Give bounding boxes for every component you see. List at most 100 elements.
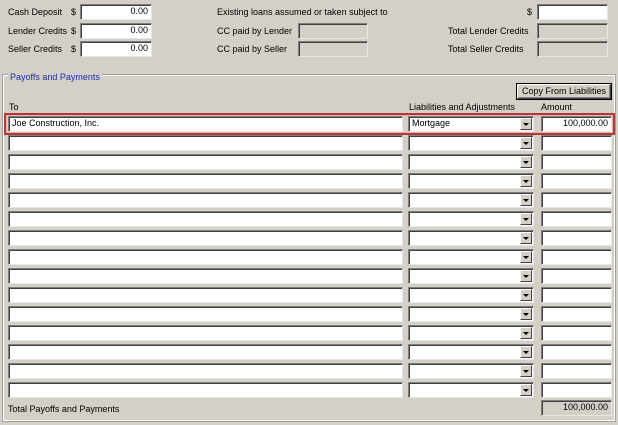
liability-select[interactable] <box>408 154 534 170</box>
amount-input[interactable] <box>541 268 612 284</box>
chevron-down-icon[interactable] <box>520 213 532 225</box>
amount-input[interactable] <box>541 211 612 227</box>
lender-credits-label: Lender Credits <box>8 26 68 36</box>
col-header-liabilities: Liabilities and Adjustments <box>409 102 516 112</box>
liability-select[interactable] <box>408 363 534 379</box>
amount-input[interactable] <box>541 287 612 303</box>
table-row <box>8 325 612 341</box>
amount-input[interactable] <box>541 363 612 379</box>
amount-input[interactable] <box>541 306 612 322</box>
chevron-down-icon[interactable] <box>520 346 532 358</box>
payee-input[interactable] <box>8 135 403 151</box>
payoffs-section-title: Payoffs and Payments <box>8 71 102 83</box>
chevron-down-icon[interactable] <box>520 156 532 168</box>
payee-input[interactable] <box>8 363 403 379</box>
seller-credits-currency: $ <box>71 44 77 54</box>
amount-input[interactable] <box>541 249 612 265</box>
amount-input[interactable] <box>541 344 612 360</box>
table-row <box>8 344 612 360</box>
existing-loans-input[interactable] <box>537 4 608 20</box>
amount-input[interactable] <box>541 135 612 151</box>
chevron-down-icon[interactable] <box>520 289 532 301</box>
chevron-down-icon[interactable] <box>520 175 532 187</box>
chevron-down-icon[interactable] <box>520 251 532 263</box>
seller-credits-input[interactable]: 0.00 <box>80 41 152 57</box>
payee-input[interactable] <box>8 173 403 189</box>
amount-input[interactable] <box>541 325 612 341</box>
payee-input[interactable] <box>8 249 403 265</box>
table-row <box>8 230 612 246</box>
liability-select[interactable] <box>408 268 534 284</box>
table-row <box>8 249 612 265</box>
chevron-down-icon[interactable] <box>520 365 532 377</box>
table-row <box>8 287 612 303</box>
table-row <box>8 154 612 170</box>
table-row <box>8 306 612 322</box>
liability-select[interactable] <box>408 211 534 227</box>
existing-loans-label: Existing loans assumed or taken subject … <box>217 7 388 17</box>
amount-input[interactable] <box>541 173 612 189</box>
liability-select[interactable] <box>408 230 534 246</box>
lender-credits-input[interactable]: 0.00 <box>80 23 152 39</box>
liability-select[interactable] <box>408 173 534 189</box>
cash-deposit-label: Cash Deposit <box>8 7 63 17</box>
liability-select[interactable] <box>408 249 534 265</box>
amount-input[interactable] <box>541 382 612 398</box>
amount-input[interactable] <box>541 154 612 170</box>
payee-input[interactable] <box>8 192 403 208</box>
payee-input[interactable] <box>8 154 403 170</box>
total-lender-credits-field <box>537 23 608 39</box>
cc-paid-seller-label: CC paid by Seller <box>217 44 288 54</box>
total-seller-credits-label: Total Seller Credits <box>448 44 524 54</box>
chevron-down-icon[interactable] <box>520 232 532 244</box>
liability-select[interactable] <box>408 382 534 398</box>
liability-select[interactable] <box>408 325 534 341</box>
payee-input[interactable] <box>8 230 403 246</box>
total-payoffs-field: 100,000.00 <box>541 400 612 416</box>
payee-input[interactable]: Joe Construction, Inc. <box>8 116 403 132</box>
payee-input[interactable] <box>8 344 403 360</box>
chevron-down-icon[interactable] <box>520 270 532 282</box>
existing-loans-currency: $ <box>527 7 533 17</box>
table-row <box>8 192 612 208</box>
cash-deposit-currency: $ <box>71 7 77 17</box>
cc-paid-seller-field <box>298 41 368 57</box>
liability-select[interactable] <box>408 344 534 360</box>
table-row <box>8 173 612 189</box>
total-lender-credits-label: Total Lender Credits <box>448 26 529 36</box>
liability-select[interactable] <box>408 306 534 322</box>
cc-paid-lender-label: CC paid by Lender <box>217 26 293 36</box>
payee-input[interactable] <box>8 287 403 303</box>
payee-input[interactable] <box>8 268 403 284</box>
chevron-down-icon[interactable] <box>520 137 532 149</box>
chevron-down-icon[interactable] <box>520 384 532 396</box>
amount-input[interactable]: 100,000.00 <box>541 116 612 132</box>
payee-input[interactable] <box>8 382 403 398</box>
chevron-down-icon[interactable] <box>520 327 532 339</box>
amount-input[interactable] <box>541 192 612 208</box>
chevron-down-icon[interactable] <box>520 194 532 206</box>
table-row <box>8 382 612 398</box>
payee-input[interactable] <box>8 306 403 322</box>
table-row <box>8 135 612 151</box>
liability-select-value: Mortgage <box>412 118 451 128</box>
col-header-to: To <box>9 102 19 112</box>
chevron-down-icon[interactable] <box>520 118 532 130</box>
liability-select[interactable] <box>408 192 534 208</box>
table-row: Joe Construction, Inc. Mortgage 100,000.00 <box>8 116 612 132</box>
liability-select[interactable]: Mortgage <box>408 116 534 132</box>
amount-input[interactable] <box>541 230 612 246</box>
table-row <box>8 363 612 379</box>
liability-select[interactable] <box>408 287 534 303</box>
cash-deposit-input[interactable]: 0.00 <box>80 4 152 20</box>
table-row <box>8 268 612 284</box>
copy-from-liabilities-button[interactable]: Copy From Liabilities <box>516 83 612 100</box>
payee-input[interactable] <box>8 325 403 341</box>
total-payoffs-label: Total Payoffs and Payments <box>8 404 120 414</box>
liability-select[interactable] <box>408 135 534 151</box>
lender-credits-currency: $ <box>71 26 77 36</box>
cc-paid-lender-field <box>298 23 368 39</box>
total-seller-credits-field <box>537 41 608 57</box>
payee-input[interactable] <box>8 211 403 227</box>
chevron-down-icon[interactable] <box>520 308 532 320</box>
